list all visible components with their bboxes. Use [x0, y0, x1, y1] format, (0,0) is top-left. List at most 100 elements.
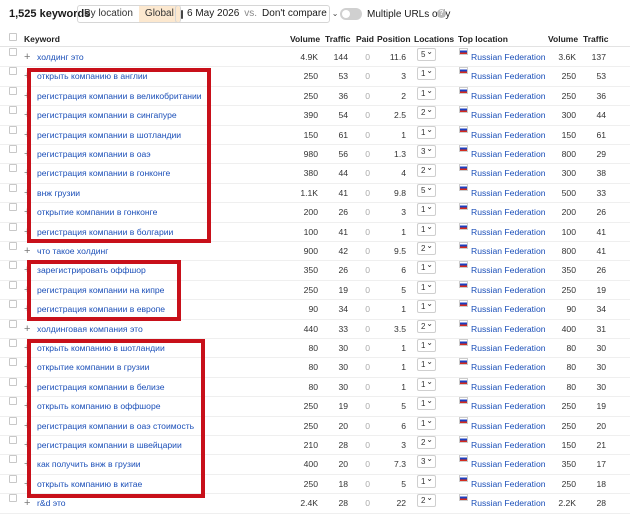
locations-dropdown[interactable]: 1 [417, 85, 436, 100]
top-location-link[interactable]: Russian Federation [471, 455, 546, 474]
top-location-link[interactable]: Russian Federation [471, 281, 546, 300]
col-traffic[interactable]: Traffic [325, 34, 351, 44]
row-checkbox[interactable] [9, 280, 17, 289]
row-checkbox[interactable] [9, 242, 17, 250]
locations-dropdown[interactable]: 1 [417, 124, 436, 139]
row-checkbox[interactable] [9, 183, 17, 192]
traffic-value: 36 [338, 90, 348, 101]
top-location-link[interactable]: Russian Federation [471, 67, 546, 86]
keyword-link[interactable]: холдинговая компания это [37, 320, 143, 339]
row-checkbox[interactable] [9, 494, 17, 503]
row-checkbox[interactable] [9, 319, 17, 328]
top-location-link[interactable]: Russian Federation [471, 339, 546, 358]
row-checkbox[interactable] [9, 377, 17, 386]
locations-dropdown[interactable]: 1 [417, 415, 436, 430]
top-location-link[interactable]: Russian Federation [471, 48, 546, 67]
col-position[interactable]: Position [377, 34, 411, 44]
keyword-link[interactable]: что такое холдинг [37, 242, 108, 261]
col-keyword[interactable]: Keyword [24, 34, 60, 44]
top-location-link[interactable]: Russian Federation [471, 397, 546, 416]
top-location-link[interactable]: Russian Federation [471, 320, 546, 339]
add-keyword-icon[interactable]: + [24, 320, 30, 339]
multiple-urls-toggle[interactable] [340, 8, 362, 20]
top-location-link[interactable]: Russian Federation [471, 378, 546, 397]
row-checkbox[interactable] [9, 436, 17, 444]
top-location-link[interactable]: Russian Federation [471, 261, 546, 280]
row-checkbox[interactable] [9, 474, 17, 483]
row-checkbox[interactable] [9, 203, 17, 212]
col-paid[interactable]: Paid [356, 34, 374, 44]
locations-dropdown[interactable]: 1 [417, 395, 436, 411]
locations-dropdown[interactable]: 2 [417, 162, 436, 178]
top-location-link[interactable]: Russian Federation [471, 164, 546, 183]
row-checkbox[interactable] [9, 397, 17, 406]
location-traffic-value: 34 [596, 304, 606, 315]
row-checkbox[interactable] [9, 300, 17, 309]
by-location-button[interactable]: By location [78, 6, 139, 22]
col-locations[interactable]: Locations [414, 34, 454, 44]
date-picker[interactable]: 6 May 2026 vs. Don't compare ⌄ [175, 5, 338, 23]
location-traffic-value: 19 [596, 284, 606, 295]
col-loc-volume[interactable]: Volume [548, 34, 578, 44]
top-location-link[interactable]: Russian Federation [471, 300, 546, 319]
locations-dropdown[interactable]: 2 [417, 104, 436, 120]
locations-dropdown[interactable]: 1 [417, 337, 436, 352]
top-location-link[interactable]: Russian Federation [471, 475, 546, 494]
locations-dropdown[interactable]: 3 [417, 143, 436, 158]
row-checkbox[interactable] [9, 106, 17, 115]
row-checkbox[interactable] [9, 222, 17, 231]
row-checkbox[interactable] [9, 455, 17, 464]
add-keyword-icon[interactable]: + [24, 48, 30, 67]
locations-dropdown[interactable]: 1 [417, 259, 436, 275]
locations-dropdown[interactable]: 1 [417, 473, 436, 488]
col-loc-traffic[interactable]: Traffic [583, 34, 609, 44]
locations-dropdown[interactable]: 2 [417, 240, 436, 255]
row-checkbox[interactable] [9, 48, 17, 56]
col-volume[interactable]: Volume [290, 34, 320, 44]
locations-dropdown[interactable]: 1 [417, 65, 436, 81]
locations-dropdown[interactable]: 5 [417, 182, 436, 197]
top-location-link[interactable]: Russian Federation [471, 358, 546, 377]
row-checkbox[interactable] [9, 67, 17, 76]
top-location-link[interactable]: Russian Federation [471, 223, 546, 242]
locations-dropdown[interactable]: 3 [417, 453, 436, 469]
top-location-link[interactable]: Russian Federation [471, 126, 546, 145]
locations-dropdown[interactable]: 1 [417, 376, 436, 391]
row-checkbox[interactable] [9, 358, 17, 367]
locations-dropdown[interactable]: 1 [417, 221, 436, 236]
row-checkbox[interactable] [9, 145, 17, 153]
row-checkbox[interactable] [9, 86, 17, 95]
col-top-location[interactable]: Top location [458, 34, 508, 44]
top-location-link[interactable]: Russian Federation [471, 494, 546, 513]
locations-dropdown[interactable]: 2 [417, 492, 436, 508]
top-location-link[interactable]: Russian Federation [471, 242, 546, 261]
row-checkbox[interactable] [9, 416, 17, 425]
row-checkbox[interactable] [9, 164, 17, 173]
location-volume-value: 250 [561, 71, 576, 82]
top-location-link[interactable]: Russian Federation [471, 106, 546, 125]
top-location-link[interactable]: Russian Federation [471, 417, 546, 436]
locations-dropdown[interactable]: 1 [417, 279, 436, 294]
top-location-link[interactable]: Russian Federation [471, 184, 546, 203]
select-all-checkbox[interactable] [9, 33, 17, 41]
top-location-link[interactable]: Russian Federation [471, 203, 546, 222]
row-checkbox[interactable] [9, 125, 17, 134]
locations-dropdown[interactable]: 1 [417, 201, 436, 217]
locations-dropdown[interactable]: 2 [417, 318, 436, 333]
locations-dropdown[interactable]: 1 [417, 356, 436, 372]
location-traffic-value: 30 [596, 381, 606, 392]
locations-dropdown[interactable]: 1 [417, 298, 436, 314]
top-location-link[interactable]: Russian Federation [471, 436, 546, 455]
locations-dropdown[interactable]: 5 [417, 46, 436, 61]
add-keyword-icon[interactable]: + [24, 242, 30, 261]
location-volume-value: 250 [561, 478, 576, 489]
row-checkbox[interactable] [9, 339, 17, 347]
global-button[interactable]: Global [138, 6, 180, 22]
locations-dropdown[interactable]: 2 [417, 434, 436, 449]
top-location-link[interactable]: Russian Federation [471, 145, 546, 164]
row-checkbox[interactable] [9, 261, 17, 270]
help-icon[interactable]: ? [437, 9, 446, 18]
top-location-link[interactable]: Russian Federation [471, 87, 546, 106]
keyword-link[interactable]: холдинг это [37, 48, 84, 67]
volume-value: 380 [303, 168, 318, 179]
